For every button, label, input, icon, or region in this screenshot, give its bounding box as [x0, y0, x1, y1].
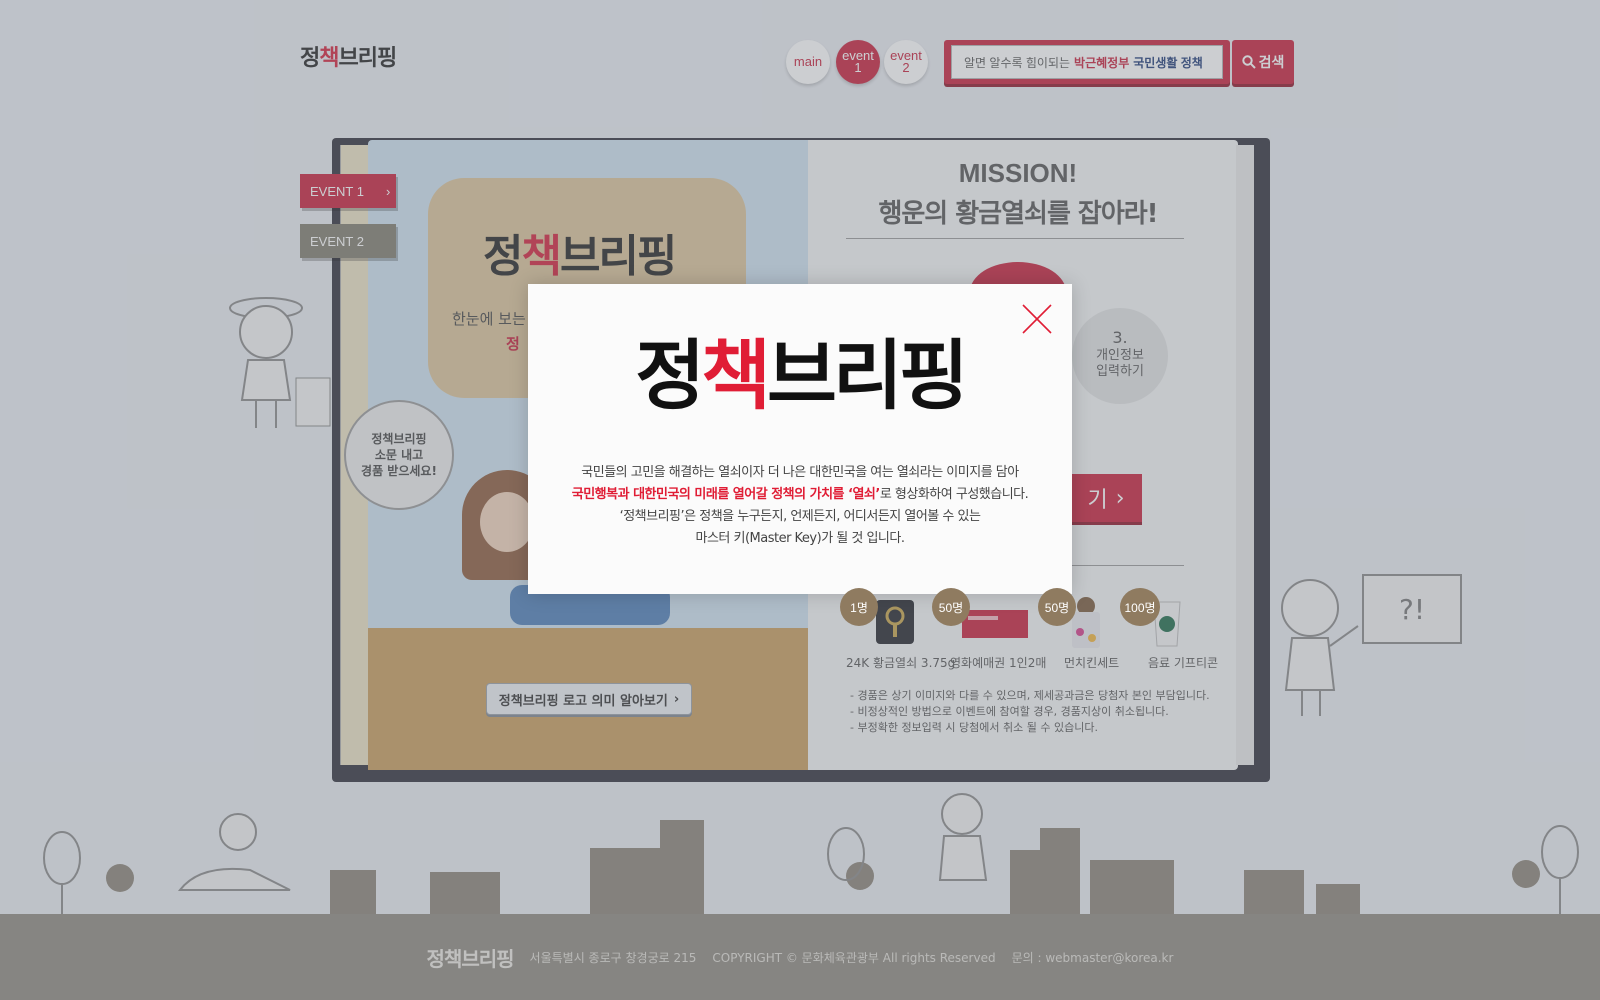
prize-count-badge: 50명: [1038, 588, 1076, 626]
modal-logo-post: 브리핑: [767, 331, 969, 420]
prize-count-badge: 100명: [1120, 588, 1160, 626]
modal-logo-red: 책: [701, 331, 771, 420]
modal-desc-line2-rest: 로 형상화하여 구성했습니다.: [879, 487, 1029, 502]
modal-desc-line4: 마스터 키(Master Key)가 될 것 입니다.: [695, 531, 905, 546]
modal-logo: 정책브리핑: [528, 330, 1072, 422]
prize-count-badge: 50명: [932, 588, 970, 626]
modal-description: 국민들의 고민을 해결하는 열쇠이자 더 나은 대한민국을 여는 열쇠라는 이미…: [528, 462, 1072, 550]
prize-count-badge: 1명: [840, 588, 878, 626]
logo-meaning-modal: 정책브리핑 국민들의 고민을 해결하는 열쇠이자 더 나은 대한민국을 여는 열…: [528, 284, 1072, 594]
modal-logo-pre: 정: [635, 331, 705, 420]
modal-desc-line1: 국민들의 고민을 해결하는 열쇠이자 더 나은 대한민국을 여는 열쇠라는 이미…: [581, 465, 1019, 480]
modal-desc-line3: ‘정책브리핑’은 정책을 누구든지, 언제든지, 어디서든지 열어볼 수 있는: [619, 509, 981, 524]
modal-desc-line2: 국민행복과 대한민국의 미래를 열어갈 정책의 가치를 ‘열쇠’로 형상화하여 …: [528, 484, 1072, 506]
modal-desc-line2-highlight: 국민행복과 대한민국의 미래를 열어갈 정책의 가치를 ‘열쇠’: [571, 487, 881, 502]
